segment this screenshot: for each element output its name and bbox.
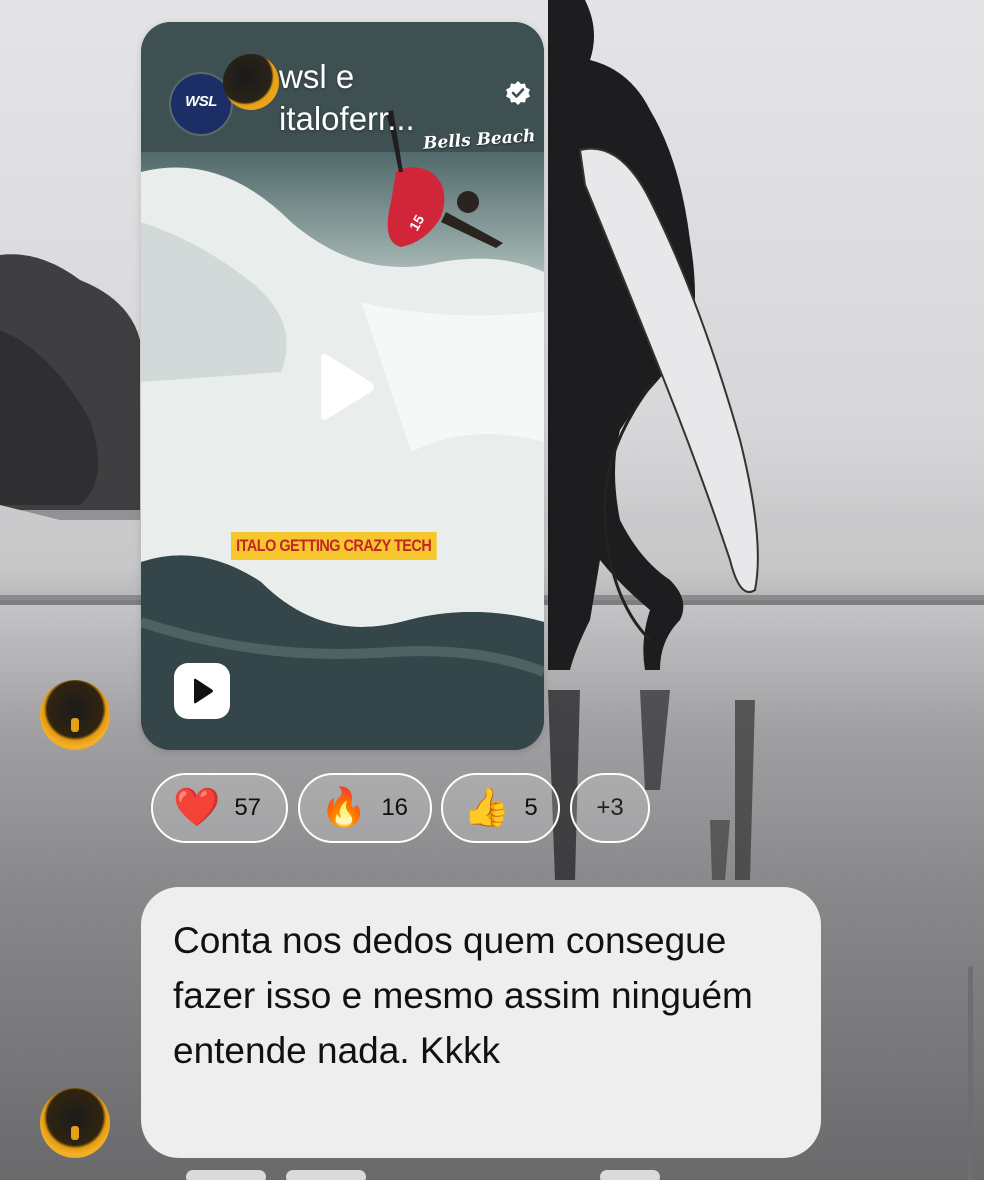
message-text: Conta nos dedos quem consegue fazer isso…	[173, 920, 753, 1071]
reaction-count: 57	[234, 794, 262, 821]
wsl-account-avatar[interactable]: WSL	[171, 74, 231, 134]
shared-reel-card[interactable]: 15 WSL wsl e italoferr... Bells Beach IT…	[141, 22, 544, 750]
heart-icon: ❤️	[173, 787, 221, 829]
next-item-hint	[600, 1170, 660, 1180]
next-item-hint	[286, 1170, 366, 1180]
reaction-count: 5	[524, 794, 538, 821]
play-icon[interactable]	[313, 352, 377, 422]
reels-icon	[174, 663, 230, 719]
fire-icon: 🔥	[320, 787, 368, 829]
reaction-fire[interactable]: 🔥 16	[298, 773, 432, 843]
verified-badge-icon	[506, 81, 530, 105]
surfer-figure-icon	[71, 718, 79, 732]
next-item-hint	[186, 1170, 266, 1180]
collab-account-avatar[interactable]	[223, 54, 279, 110]
message-bubble[interactable]: Conta nos dedos quem consegue fazer isso…	[141, 887, 821, 1158]
reaction-count: 16	[381, 794, 409, 821]
reaction-thumbs-up[interactable]: 👍 5	[441, 773, 560, 843]
reel-author-name[interactable]: wsl e italoferr...	[279, 56, 479, 140]
reaction-heart[interactable]: ❤️ 57	[151, 773, 288, 843]
scrollbar[interactable]	[968, 966, 973, 1180]
reel-caption-banner: ITALO GETTING CRAZY TECH	[231, 532, 437, 560]
more-reactions-count: +3	[596, 794, 624, 821]
thumbs-up-icon: 👍	[463, 787, 511, 829]
surfer-figure-icon	[71, 1126, 79, 1140]
reels-play-glyph-icon	[194, 678, 213, 704]
sender-avatar[interactable]	[40, 1088, 110, 1158]
wsl-logo-text: WSL	[185, 93, 217, 110]
sender-avatar[interactable]	[40, 680, 110, 750]
more-reactions-button[interactable]: +3	[570, 773, 650, 843]
